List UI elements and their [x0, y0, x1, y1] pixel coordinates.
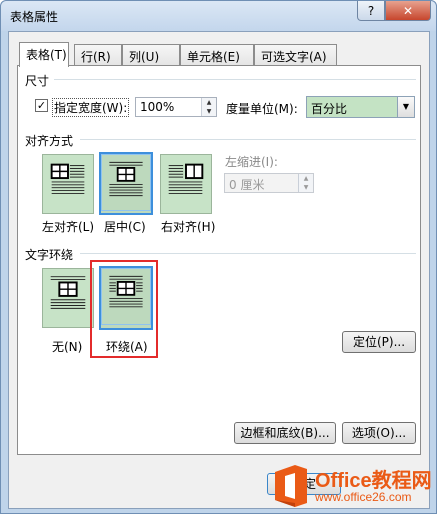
- spin-up-icon[interactable]: ▲: [202, 98, 216, 107]
- wrap-none-label: 无(N): [52, 340, 83, 354]
- align-left-label: 左对齐(L): [42, 220, 95, 234]
- align-right-icon: [168, 163, 204, 194]
- table-tab-panel: 尺寸 ✓ 指定宽度(W): 100% ▲ ▼ 度量单位(M): 百分比 ▼ 对齐…: [17, 65, 421, 455]
- watermark-url: www.office26.com: [315, 490, 412, 504]
- options-button[interactable]: 选项(O)...: [342, 422, 416, 444]
- close-button[interactable]: ✕: [385, 1, 431, 21]
- size-heading: 尺寸: [25, 74, 50, 88]
- align-right-label: 右对齐(H): [161, 220, 216, 234]
- tab-table[interactable]: 表格(T): [19, 42, 69, 67]
- office-logo-icon: [275, 465, 307, 507]
- width-spin-arrows[interactable]: ▲ ▼: [201, 98, 216, 116]
- tab-column[interactable]: 列(U): [122, 44, 180, 66]
- align-center-icon: [101, 154, 151, 212]
- align-center-label: 居中(C): [104, 220, 146, 234]
- indent-spin-arrows: ▲ ▼: [298, 174, 313, 192]
- indent-spinner: 0 厘米 ▲ ▼: [224, 173, 314, 193]
- wrap-around-option[interactable]: [99, 266, 153, 330]
- wrap-around-icon: [101, 268, 151, 326]
- spin-down-icon[interactable]: ▼: [202, 107, 216, 116]
- width-spinner[interactable]: 100% ▲ ▼: [135, 97, 217, 117]
- chevron-down-icon[interactable]: ▼: [397, 97, 414, 117]
- unit-value: 百分比: [311, 102, 348, 116]
- watermark: Office教程网 www.office26.com: [271, 463, 432, 509]
- align-center-option[interactable]: [99, 152, 153, 215]
- watermark-brand: Office教程网: [315, 470, 432, 492]
- width-checkbox[interactable]: ✓: [35, 99, 48, 112]
- spin-down-icon: ▼: [303, 184, 309, 191]
- indent-label: 左缩进(I):: [225, 155, 278, 169]
- tab-alt-text[interactable]: 可选文字(A): [254, 44, 337, 66]
- help-button[interactable]: ?: [357, 1, 385, 21]
- title-bar: 表格属性 ? ✕: [1, 1, 436, 31]
- width-value: 100%: [140, 100, 175, 114]
- spin-up-icon: ▲: [303, 175, 309, 182]
- dialog-body: 表格(T) 行(R) 列(U) 单元格(E) 可选文字(A) 尺寸 ✓ 指定宽度…: [8, 31, 430, 509]
- size-separator: [54, 79, 416, 80]
- align-left-option[interactable]: [42, 154, 94, 214]
- position-button[interactable]: 定位(P)...: [342, 331, 416, 353]
- alignment-separator: [80, 139, 416, 140]
- indent-value: 0 厘米: [229, 178, 265, 192]
- alignment-heading: 对齐方式: [25, 134, 74, 148]
- wrap-none-option[interactable]: [42, 268, 94, 328]
- wrap-none-icon: [50, 276, 86, 309]
- tab-cell[interactable]: 单元格(E): [180, 44, 254, 66]
- align-left-icon: [50, 163, 85, 194]
- wrapping-heading: 文字环绕: [25, 248, 74, 262]
- unit-label: 度量单位(M):: [226, 102, 298, 116]
- wrapping-separator: [80, 253, 416, 254]
- align-right-option[interactable]: [160, 154, 212, 214]
- table-properties-dialog: 表格属性 ? ✕ 表格(T) 行(R) 列(U) 单元格(E) 可选文字(A) …: [0, 0, 437, 514]
- borders-shading-button[interactable]: 边框和底纹(B)...: [234, 422, 336, 444]
- tab-row[interactable]: 行(R): [74, 44, 122, 66]
- dialog-title: 表格属性: [10, 10, 59, 24]
- wrap-around-label: 环绕(A): [106, 340, 148, 354]
- width-label: 指定宽度(W):: [52, 98, 130, 117]
- unit-dropdown[interactable]: 百分比 ▼: [306, 96, 415, 118]
